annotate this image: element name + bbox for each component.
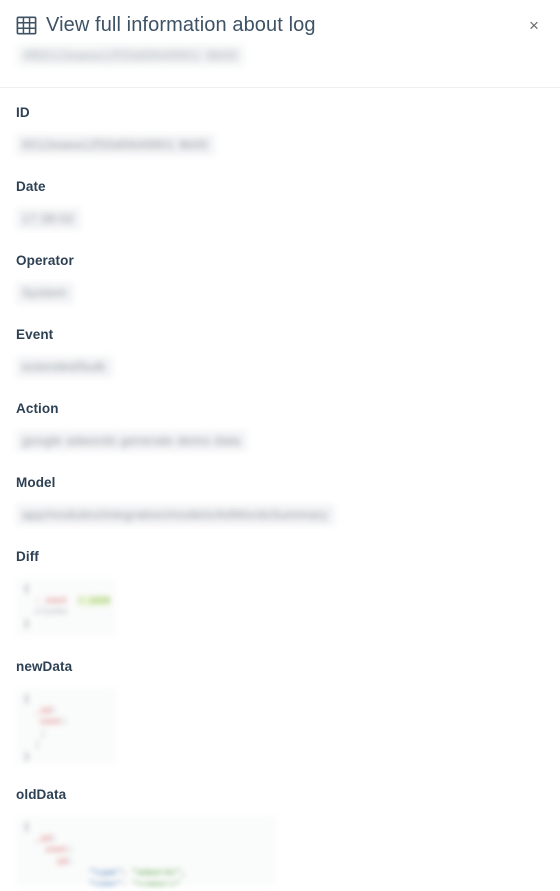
field-label-oldData: oldData (16, 787, 67, 802)
field-newData: newData { _id: cost: | |} (16, 658, 544, 769)
code-line: cost: (24, 717, 108, 729)
code-line: | (24, 729, 108, 741)
code-token: : (51, 833, 57, 844)
log-detail-modal: View full information about log 4fb512ea… (0, 0, 560, 886)
code-line: } (24, 752, 108, 764)
log-id-subtitle: 4fb512eaea12f33d0649901 9b00 (17, 45, 244, 66)
code-line: { (24, 694, 108, 706)
code-token: } (24, 751, 30, 762)
code-token: "summary" (132, 879, 181, 887)
modal-header: View full information about log 4fb512ea… (0, 0, 560, 88)
code-token: { (24, 584, 30, 594)
code-token: : (121, 879, 133, 887)
field-value-date: 17:38:02 (16, 208, 82, 230)
field-label-model: Model (16, 475, 56, 490)
field-value-event: extended/bulk (16, 356, 113, 378)
field-label-action: Action (16, 401, 59, 416)
code-token: id (56, 856, 68, 867)
field-label-newData: newData (16, 659, 73, 674)
field-operator: Operator System (16, 252, 544, 309)
field-label-date: Date (16, 179, 46, 194)
title-row: View full information about log (16, 12, 544, 38)
code-token: cost (45, 845, 68, 855)
code-token: , (180, 868, 187, 878)
field-value-action: google adwords generate demo data (16, 430, 248, 452)
code-token: clicks (34, 607, 68, 617)
field-oldData: oldData { _id: cost: id: "type": "adwords… (16, 786, 544, 891)
code-token: : (61, 717, 68, 727)
table-grid-icon (16, 15, 37, 36)
code-block-diff: { - cost + 1820 clicks} (16, 578, 116, 636)
field-event: Event extended/bulk (16, 326, 544, 383)
code-line: { (24, 822, 268, 834)
code-line: } (24, 619, 108, 631)
code-token: _id (34, 833, 52, 844)
code-token: { (24, 822, 30, 832)
field-value-id: 6512eaea12f33d0649901 9b00 (16, 134, 215, 156)
code-token: : (51, 705, 57, 716)
field-diff: Diff { - cost + 1820 clicks} (16, 548, 544, 641)
field-label-event: Event (16, 327, 54, 342)
code-token: | (34, 740, 41, 750)
code-token: { (24, 694, 30, 704)
code-line: { (24, 584, 108, 596)
code-line: _id: (24, 834, 268, 846)
code-line: | (24, 740, 108, 752)
code-block-oldData: { _id: cost: id: "type": "adwords", "nam… (16, 816, 276, 886)
field-model: Model app/modules/integration/models/AdWo… (16, 474, 544, 531)
code-line: "name": "summary" (24, 880, 268, 887)
code-token: cost (40, 595, 68, 606)
code-token: : (121, 868, 133, 878)
code-line: id: (24, 857, 268, 869)
code-line: cost: (24, 845, 268, 857)
modal-body: ID 6512eaea12f33d0649901 9b00 Date 17:38:02… (0, 88, 560, 891)
code-token: cost (40, 717, 62, 727)
field-value-operator: System (16, 282, 74, 304)
code-token: } (24, 618, 30, 629)
field-id: ID 6512eaea12f33d0649901 9b00 (16, 104, 544, 161)
code-line: clicks (24, 607, 108, 619)
code-token: : (67, 845, 73, 855)
field-label-operator: Operator (16, 253, 74, 268)
code-line: "type": "adwords", (24, 868, 268, 880)
code-token: + 1820 (78, 595, 111, 606)
code-block-newData: { _id: cost: | |} (16, 688, 116, 764)
field-action: Action google adwords generate demo data (16, 400, 544, 457)
code-line: _id: (24, 706, 108, 718)
code-token: _id (34, 705, 52, 716)
code-token: "adwords" (132, 868, 181, 878)
code-token: | (40, 728, 46, 739)
field-label-diff: Diff (16, 549, 39, 564)
code-token: : (67, 856, 73, 867)
code-token: "type" (88, 868, 122, 878)
field-label-id: ID (16, 105, 30, 120)
field-date: Date 17:38:02 (16, 178, 544, 235)
close-icon[interactable]: × (522, 13, 546, 37)
code-line: - cost + 1820 (24, 595, 111, 608)
field-value-model: app/modules/integration/models/AdWordsSu… (16, 504, 335, 526)
page-title: View full information about log (46, 14, 316, 36)
code-token: "name" (88, 879, 122, 887)
